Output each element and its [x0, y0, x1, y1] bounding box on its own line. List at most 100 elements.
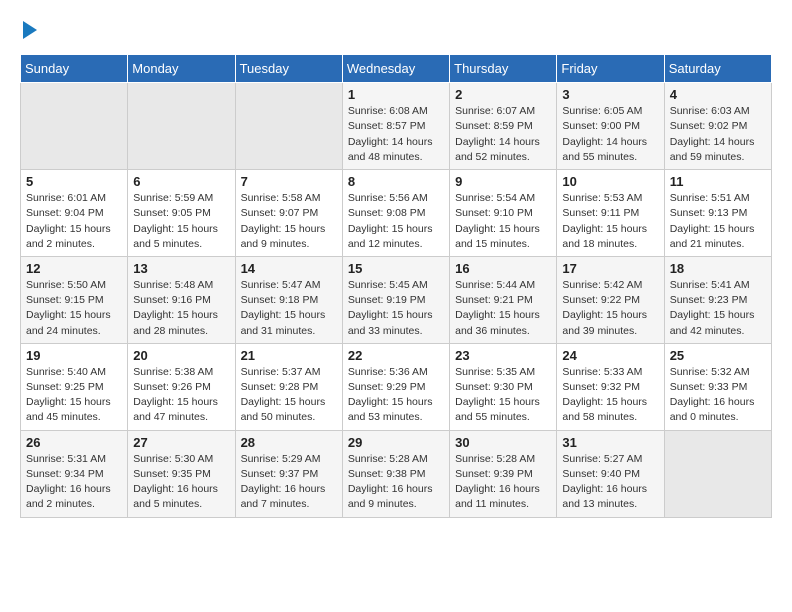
day-cell: 17 Sunrise: 5:42 AM Sunset: 9:22 PM Dayli…	[557, 256, 664, 343]
day-number: 4	[670, 87, 766, 102]
day-info: Sunrise: 5:36 AM Sunset: 9:29 PM Dayligh…	[348, 365, 444, 426]
day-info: Sunrise: 5:33 AM Sunset: 9:32 PM Dayligh…	[562, 365, 658, 426]
header-row: SundayMondayTuesdayWednesdayThursdayFrid…	[21, 55, 772, 83]
day-cell: 25 Sunrise: 5:32 AM Sunset: 9:33 PM Dayli…	[664, 343, 771, 430]
day-info: Sunrise: 5:42 AM Sunset: 9:22 PM Dayligh…	[562, 278, 658, 339]
day-cell: 10 Sunrise: 5:53 AM Sunset: 9:11 PM Dayli…	[557, 170, 664, 257]
day-number: 18	[670, 261, 766, 276]
day-number: 2	[455, 87, 551, 102]
day-number: 23	[455, 348, 551, 363]
day-cell: 31 Sunrise: 5:27 AM Sunset: 9:40 PM Dayli…	[557, 430, 664, 517]
day-cell	[128, 83, 235, 170]
day-info: Sunrise: 5:30 AM Sunset: 9:35 PM Dayligh…	[133, 452, 229, 513]
day-info: Sunrise: 5:50 AM Sunset: 9:15 PM Dayligh…	[26, 278, 122, 339]
week-row-4: 19 Sunrise: 5:40 AM Sunset: 9:25 PM Dayli…	[21, 343, 772, 430]
header-thursday: Thursday	[450, 55, 557, 83]
header-monday: Monday	[128, 55, 235, 83]
header-saturday: Saturday	[664, 55, 771, 83]
day-cell: 13 Sunrise: 5:48 AM Sunset: 9:16 PM Dayli…	[128, 256, 235, 343]
week-row-3: 12 Sunrise: 5:50 AM Sunset: 9:15 PM Dayli…	[21, 256, 772, 343]
day-number: 16	[455, 261, 551, 276]
header-tuesday: Tuesday	[235, 55, 342, 83]
day-number: 28	[241, 435, 337, 450]
day-cell: 1Sunrise: 6:08 AM Sunset: 8:57 PM Daylig…	[342, 83, 449, 170]
day-number: 24	[562, 348, 658, 363]
day-info: Sunrise: 5:40 AM Sunset: 9:25 PM Dayligh…	[26, 365, 122, 426]
day-cell: 30 Sunrise: 5:28 AM Sunset: 9:39 PM Dayli…	[450, 430, 557, 517]
day-info: Sunrise: 6:01 AM Sunset: 9:04 PM Dayligh…	[26, 191, 122, 252]
day-number: 10	[562, 174, 658, 189]
day-cell: 2 Sunrise: 6:07 AM Sunset: 8:59 PM Daylig…	[450, 83, 557, 170]
day-info: Sunrise: 6:05 AM Sunset: 9:00 PM Dayligh…	[562, 104, 658, 165]
day-info: Sunrise: 5:44 AM Sunset: 9:21 PM Dayligh…	[455, 278, 551, 339]
day-number: 29	[348, 435, 444, 450]
day-number: 14	[241, 261, 337, 276]
day-number: 13	[133, 261, 229, 276]
day-number: 19	[26, 348, 122, 363]
day-cell	[21, 83, 128, 170]
day-number: 6	[133, 174, 229, 189]
day-cell: 12 Sunrise: 5:50 AM Sunset: 9:15 PM Dayli…	[21, 256, 128, 343]
day-cell: 19 Sunrise: 5:40 AM Sunset: 9:25 PM Dayli…	[21, 343, 128, 430]
day-info: Sunrise: 5:47 AM Sunset: 9:18 PM Dayligh…	[241, 278, 337, 339]
day-cell: 6 Sunrise: 5:59 AM Sunset: 9:05 PM Daylig…	[128, 170, 235, 257]
week-row-2: 5Sunrise: 6:01 AM Sunset: 9:04 PM Daylig…	[21, 170, 772, 257]
day-number: 30	[455, 435, 551, 450]
day-info: Sunrise: 5:48 AM Sunset: 9:16 PM Dayligh…	[133, 278, 229, 339]
header-sunday: Sunday	[21, 55, 128, 83]
day-number: 7	[241, 174, 337, 189]
day-number: 31	[562, 435, 658, 450]
day-cell: 5Sunrise: 6:01 AM Sunset: 9:04 PM Daylig…	[21, 170, 128, 257]
day-info: Sunrise: 6:07 AM Sunset: 8:59 PM Dayligh…	[455, 104, 551, 165]
day-cell: 15 Sunrise: 5:45 AM Sunset: 9:19 PM Dayli…	[342, 256, 449, 343]
day-number: 17	[562, 261, 658, 276]
day-cell: 14 Sunrise: 5:47 AM Sunset: 9:18 PM Dayli…	[235, 256, 342, 343]
day-number: 12	[26, 261, 122, 276]
day-info: Sunrise: 5:29 AM Sunset: 9:37 PM Dayligh…	[241, 452, 337, 513]
day-info: Sunrise: 5:32 AM Sunset: 9:33 PM Dayligh…	[670, 365, 766, 426]
day-cell: 3Sunrise: 6:05 AM Sunset: 9:00 PM Daylig…	[557, 83, 664, 170]
day-info: Sunrise: 5:51 AM Sunset: 9:13 PM Dayligh…	[670, 191, 766, 252]
day-number: 1	[348, 87, 444, 102]
day-cell: 20Sunrise: 5:38 AM Sunset: 9:26 PM Dayli…	[128, 343, 235, 430]
day-cell: 22Sunrise: 5:36 AM Sunset: 9:29 PM Dayli…	[342, 343, 449, 430]
day-number: 9	[455, 174, 551, 189]
day-cell: 21 Sunrise: 5:37 AM Sunset: 9:28 PM Dayli…	[235, 343, 342, 430]
day-cell	[235, 83, 342, 170]
day-info: Sunrise: 5:59 AM Sunset: 9:05 PM Dayligh…	[133, 191, 229, 252]
day-info: Sunrise: 5:58 AM Sunset: 9:07 PM Dayligh…	[241, 191, 337, 252]
week-row-5: 26 Sunrise: 5:31 AM Sunset: 9:34 PM Dayli…	[21, 430, 772, 517]
day-info: Sunrise: 5:28 AM Sunset: 9:38 PM Dayligh…	[348, 452, 444, 513]
day-number: 20	[133, 348, 229, 363]
day-info: Sunrise: 5:41 AM Sunset: 9:23 PM Dayligh…	[670, 278, 766, 339]
page-header	[20, 20, 772, 44]
day-number: 8	[348, 174, 444, 189]
day-info: Sunrise: 5:27 AM Sunset: 9:40 PM Dayligh…	[562, 452, 658, 513]
day-cell: 16 Sunrise: 5:44 AM Sunset: 9:21 PM Dayli…	[450, 256, 557, 343]
day-number: 25	[670, 348, 766, 363]
header-wednesday: Wednesday	[342, 55, 449, 83]
logo	[20, 20, 37, 44]
day-info: Sunrise: 5:31 AM Sunset: 9:34 PM Dayligh…	[26, 452, 122, 513]
day-number: 26	[26, 435, 122, 450]
day-cell: 18 Sunrise: 5:41 AM Sunset: 9:23 PM Dayli…	[664, 256, 771, 343]
day-cell: 23Sunrise: 5:35 AM Sunset: 9:30 PM Dayli…	[450, 343, 557, 430]
day-cell: 9Sunrise: 5:54 AM Sunset: 9:10 PM Daylig…	[450, 170, 557, 257]
day-cell: 4Sunrise: 6:03 AM Sunset: 9:02 PM Daylig…	[664, 83, 771, 170]
day-cell: 8 Sunrise: 5:56 AM Sunset: 9:08 PM Daylig…	[342, 170, 449, 257]
day-info: Sunrise: 5:37 AM Sunset: 9:28 PM Dayligh…	[241, 365, 337, 426]
day-number: 27	[133, 435, 229, 450]
day-cell: 24 Sunrise: 5:33 AM Sunset: 9:32 PM Dayli…	[557, 343, 664, 430]
day-info: Sunrise: 5:45 AM Sunset: 9:19 PM Dayligh…	[348, 278, 444, 339]
day-info: Sunrise: 5:28 AM Sunset: 9:39 PM Dayligh…	[455, 452, 551, 513]
logo-arrow-icon	[23, 21, 37, 39]
day-number: 11	[670, 174, 766, 189]
day-cell: 29 Sunrise: 5:28 AM Sunset: 9:38 PM Dayli…	[342, 430, 449, 517]
week-row-1: 1Sunrise: 6:08 AM Sunset: 8:57 PM Daylig…	[21, 83, 772, 170]
day-info: Sunrise: 5:56 AM Sunset: 9:08 PM Dayligh…	[348, 191, 444, 252]
day-cell: 28 Sunrise: 5:29 AM Sunset: 9:37 PM Dayli…	[235, 430, 342, 517]
day-number: 21	[241, 348, 337, 363]
day-number: 15	[348, 261, 444, 276]
header-friday: Friday	[557, 55, 664, 83]
day-info: Sunrise: 5:53 AM Sunset: 9:11 PM Dayligh…	[562, 191, 658, 252]
